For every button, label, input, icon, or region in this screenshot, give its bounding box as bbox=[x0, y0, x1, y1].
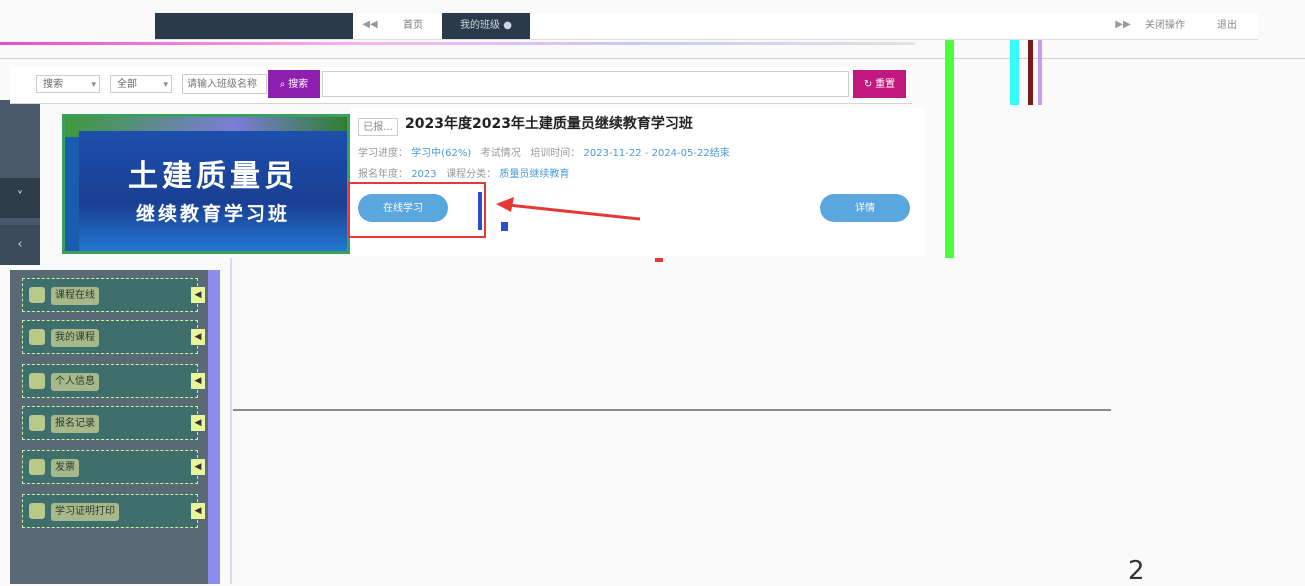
page-number: 2 bbox=[1128, 556, 1145, 586]
detail-button[interactable]: 详情 bbox=[820, 194, 910, 222]
period-separator: - bbox=[641, 148, 652, 159]
divider bbox=[0, 58, 1305, 59]
period-end: 2024-05-22结束 bbox=[651, 148, 730, 159]
search-input[interactable] bbox=[182, 74, 267, 94]
sidebar-item-invoice[interactable]: 发票 ◀ bbox=[22, 450, 205, 484]
banner-subtitle: 继续教育学习班 bbox=[135, 203, 290, 225]
online-study-button[interactable]: 在线学习 bbox=[358, 194, 448, 222]
tab-my-class-label: 我的班级 bbox=[460, 20, 501, 31]
sidebar-item-label: 课程在线 bbox=[51, 287, 99, 305]
search-bar: 搜索 ▾ 全部 ▾ ⌕ 搜索 ↻ 重置 bbox=[10, 67, 912, 104]
tab-home[interactable]: 首页 bbox=[393, 18, 433, 34]
menu-icon bbox=[29, 415, 45, 431]
chevron-left-icon: ◀ bbox=[191, 415, 205, 431]
chevron-left-icon: ◀ bbox=[191, 329, 205, 345]
tab-bar: ◀◀ 首页 我的班级 ● ▶▶ 关闭操作 退出 bbox=[155, 13, 1258, 40]
reset-button-label: 重置 bbox=[875, 79, 896, 90]
chevron-left-icon[interactable]: ‹ bbox=[0, 225, 40, 265]
progress-value: 学习中(62%) bbox=[411, 148, 472, 159]
refresh-icon: ↻ bbox=[863, 79, 873, 90]
sidebar-item-course-online[interactable]: 课程在线 ◀ bbox=[22, 278, 205, 312]
search-icon: ⌕ bbox=[279, 79, 286, 90]
sidebar-menu: 课程在线 ◀ 我的课程 ◀ 个人信息 ◀ 报名记录 ◀ 发票 ◀ 学习证明打印 … bbox=[10, 270, 220, 584]
progress-label: 学习进度： bbox=[358, 148, 408, 159]
chevron-down-icon: ▾ bbox=[163, 80, 168, 90]
course-meta-year: 报名年度： 2023 课程分类： 质量员继续教育 bbox=[358, 165, 569, 180]
category-label: 课程分类： bbox=[446, 169, 497, 180]
arrow-annotation bbox=[496, 197, 641, 221]
year-label: 报名年度： bbox=[358, 169, 408, 180]
chevron-down-icon: ▾ bbox=[91, 80, 96, 90]
chevron-left-icon: ◀ bbox=[191, 459, 205, 475]
search-button-label: 搜索 bbox=[288, 79, 309, 90]
search-type-select[interactable]: 搜索 ▾ bbox=[36, 75, 100, 93]
search-type-value: 搜索 bbox=[43, 79, 63, 90]
year-value: 2023 bbox=[411, 169, 437, 180]
chevron-left-icon: ◀ bbox=[191, 287, 205, 303]
decorative-bar bbox=[1010, 40, 1019, 105]
course-meta-progress: 学习进度： 学习中(62%) 考试情况 培训时间： 2023-11-22 - 2… bbox=[358, 144, 730, 159]
search-button[interactable]: ⌕ 搜索 bbox=[268, 70, 320, 98]
close-icon[interactable]: ● bbox=[503, 20, 512, 31]
category-value: 质量员继续教育 bbox=[499, 169, 570, 180]
reset-button[interactable]: ↻ 重置 bbox=[853, 70, 906, 98]
decorative-bar bbox=[478, 192, 482, 230]
chevron-left-icon: ◀ bbox=[191, 503, 205, 519]
content-frame-edge bbox=[230, 258, 232, 584]
chevron-left-icon: ◀ bbox=[191, 373, 205, 389]
menu-icon bbox=[29, 503, 45, 519]
left-toggle-column: ˅ ‹ bbox=[0, 100, 40, 265]
chevron-down-icon[interactable]: ˅ bbox=[0, 178, 40, 218]
tab-my-class[interactable]: 我的班级 ● bbox=[442, 13, 530, 39]
course-title[interactable]: 2023年度2023年土建质量员继续教育学习班 bbox=[405, 113, 693, 133]
menu-icon bbox=[29, 373, 45, 389]
sidebar-item-label: 学习证明打印 bbox=[51, 503, 119, 521]
decorative-bar bbox=[945, 40, 954, 258]
search-status-select[interactable]: 全部 ▾ bbox=[110, 75, 172, 93]
sidebar-item-my-courses[interactable]: 我的课程 ◀ bbox=[22, 320, 205, 354]
close-ops-dropdown[interactable]: 关闭操作 bbox=[1145, 18, 1209, 34]
sidebar-item-certificate[interactable]: 学习证明打印 ◀ bbox=[22, 494, 205, 528]
sidebar-item-label: 我的课程 bbox=[51, 329, 99, 347]
period-label: 培训时间： bbox=[530, 148, 581, 159]
decorative-stripe bbox=[0, 42, 915, 45]
tab-bar-logo-area bbox=[155, 13, 353, 39]
decorative-bar bbox=[1038, 40, 1042, 105]
course-cover-image[interactable]: 土建质量员 继续教育学习班 bbox=[62, 114, 350, 254]
sidebar-item-label: 个人信息 bbox=[51, 373, 99, 391]
exam-status: 考试情况 bbox=[480, 148, 521, 159]
decorative-mark bbox=[655, 258, 663, 262]
search-field[interactable] bbox=[322, 71, 849, 97]
tab-next-button[interactable]: ▶▶ bbox=[1113, 19, 1133, 33]
period-start: 2023-11-22 bbox=[583, 148, 642, 159]
sidebar-item-profile[interactable]: 个人信息 ◀ bbox=[22, 364, 205, 398]
sidebar-item-label: 报名记录 bbox=[51, 415, 99, 433]
sidebar-edge bbox=[208, 270, 220, 584]
search-status-value: 全部 bbox=[117, 79, 137, 90]
arrow-line bbox=[507, 203, 641, 221]
decorative-bar bbox=[1028, 40, 1033, 105]
menu-icon bbox=[29, 329, 45, 345]
sidebar-item-label: 发票 bbox=[51, 459, 79, 477]
banner-title: 土建质量员 bbox=[128, 159, 298, 194]
tab-prev-button[interactable]: ◀◀ bbox=[360, 19, 380, 33]
status-badge: 已报... bbox=[358, 118, 398, 136]
banner-inner: 土建质量员 继续教育学习班 bbox=[79, 131, 347, 251]
content-divider bbox=[233, 409, 1111, 411]
sidebar-item-records[interactable]: 报名记录 ◀ bbox=[22, 406, 205, 440]
menu-icon bbox=[29, 287, 45, 303]
exit-button[interactable]: 退出 bbox=[1217, 18, 1255, 34]
arrow-head bbox=[496, 197, 514, 212]
menu-icon bbox=[29, 459, 45, 475]
